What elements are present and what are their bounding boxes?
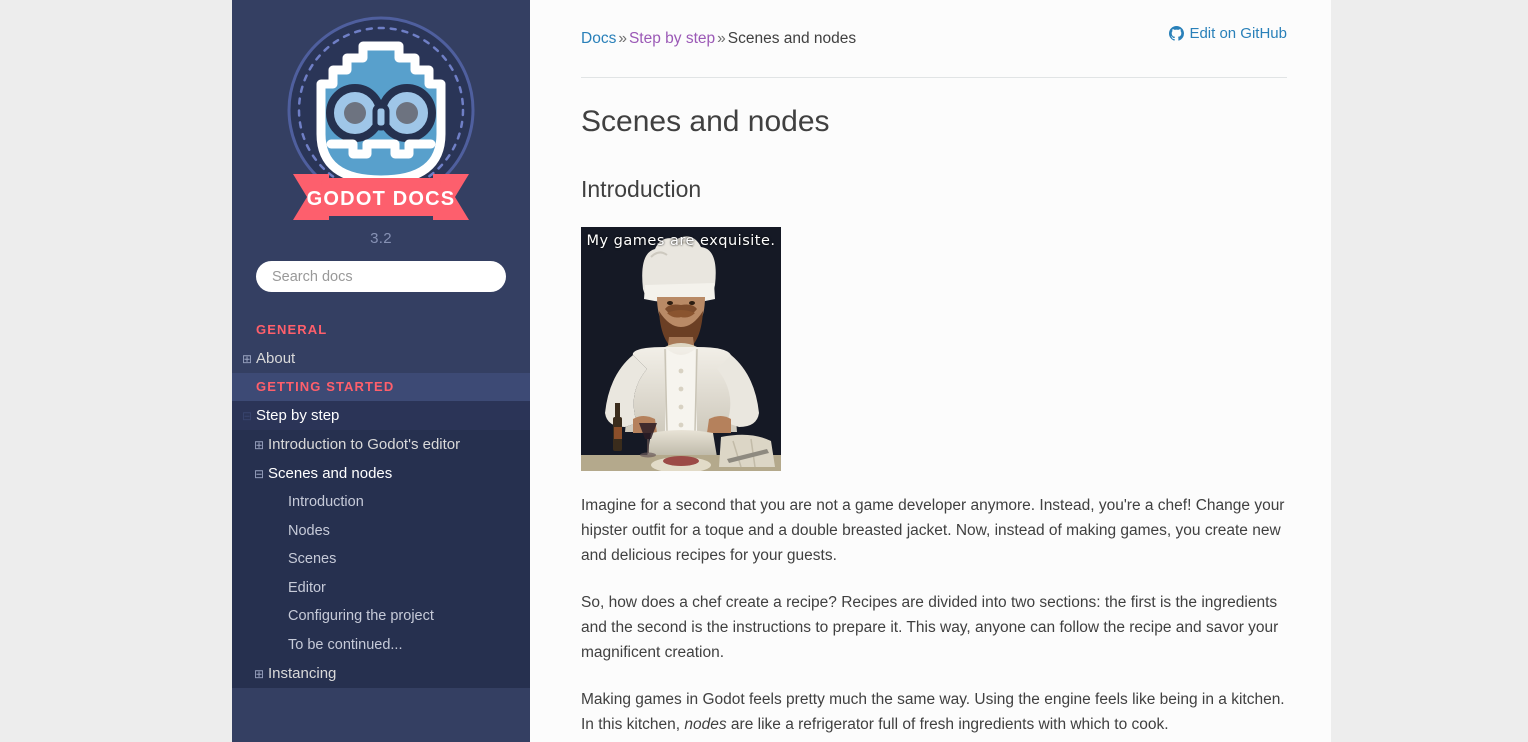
sidebar-item-label: Introduction (288, 494, 364, 510)
breadcrumb-current: Scenes and nodes (727, 30, 857, 47)
sidebar-item-instancing[interactable]: ⊞ Instancing (232, 659, 530, 688)
edit-on-github-label: Edit on GitHub (1189, 25, 1287, 42)
search-input[interactable] (256, 261, 506, 292)
main-content: Docs» Step by step» Scenes and nodes Edit … (530, 0, 1331, 742)
sidebar-item-step-by-step[interactable]: ⊟ Step by step (232, 401, 530, 430)
sidebar-item-label: Introduction to Godot's editor (268, 436, 461, 453)
sidebar: GODOT DOCS 3.2 GENERAL ⊞ About GETTING S… (232, 0, 530, 742)
paragraph-3-after: are like a refrigerator full of fresh in… (726, 716, 1169, 734)
sidebar-item-label: About (256, 350, 296, 367)
sidebar-item-label: Scenes (288, 551, 337, 567)
breadcrumb-parent-link[interactable]: Step by step (629, 30, 715, 47)
sidebar-item-label: Configuring the project (288, 608, 434, 624)
sidebar-item-scenes-and-nodes[interactable]: ⊟ Scenes and nodes (232, 459, 530, 488)
logo-ribbon-text: GODOT DOCS (307, 188, 456, 210)
expand-plus-icon[interactable]: ⊞ (250, 668, 268, 680)
sidebar-item-editor[interactable]: Editor (232, 574, 530, 603)
sidebar-item-scenes[interactable]: Scenes (232, 545, 530, 574)
collapse-minus-icon[interactable]: ⊟ (250, 468, 268, 480)
paragraph-3: Making games in Godot feels pretty much … (581, 687, 1287, 737)
breadcrumb-divider (581, 76, 1287, 78)
sidebar-item-label: Scenes and nodes (268, 465, 393, 482)
sidebar-item-introduction-to-godots-editor[interactable]: ⊞ Introduction to Godot's editor (232, 430, 530, 459)
nav-group-step-by-step: ⊟ Step by step ⊞ Introduction to Godot's… (232, 401, 530, 688)
sidebar-item-label: Nodes (288, 522, 330, 539)
edit-on-github-link[interactable]: Edit on GitHub (1169, 25, 1287, 42)
breadcrumb-home-link[interactable]: Docs (581, 30, 616, 47)
expand-plus-icon[interactable]: ⊞ (238, 353, 256, 365)
meme-image: My games are exquisite. (581, 227, 781, 472)
sidebar-item-label: Editor (288, 579, 326, 596)
chef-painting-image (581, 227, 781, 472)
godot-docs-logo-icon: GODOT DOCS (287, 16, 475, 220)
breadcrumb-row: Docs» Step by step» Scenes and nodes Edit … (581, 25, 1287, 50)
figure-chef-meme: My games are exquisite. (581, 227, 1287, 472)
collapse-minus-icon[interactable]: ⊟ (238, 410, 256, 422)
nav-caption-getting-started: GETTING STARTED (232, 373, 530, 401)
sidebar-item-configuring-the-project[interactable]: Configuring the project (232, 602, 530, 631)
sidebar-item-label: Instancing (268, 665, 337, 682)
sidebar-item-to-be-continued[interactable]: To be continued... (232, 631, 530, 660)
sidebar-item-nodes[interactable]: Nodes (232, 517, 530, 546)
sidebar-item-label: Step by step (256, 407, 340, 424)
paragraph-2: So, how does a chef create a recipe? Rec… (581, 594, 1279, 662)
left-gutter (0, 0, 232, 742)
breadcrumb-separator: » (618, 30, 627, 47)
meme-caption-text: My games are exquisite. (586, 233, 776, 250)
expand-plus-icon[interactable]: ⊞ (250, 439, 268, 451)
version-label: 3.2 (370, 230, 392, 247)
paragraph-3-emphasis: nodes (684, 716, 727, 734)
github-icon (1169, 26, 1185, 41)
nav-caption-general: GENERAL (256, 322, 328, 337)
sidebar-nav: GENERAL ⊞ About GETTING STARTED ⊟ Step b… (232, 316, 530, 688)
sidebar-item-label: To be continued... (288, 636, 403, 653)
page-root: GODOT DOCS 3.2 GENERAL ⊞ About GETTING S… (0, 0, 1528, 742)
paragraph-1: Imagine for a second that you are not a … (581, 497, 1285, 565)
sidebar-logo[interactable]: GODOT DOCS (232, 0, 530, 224)
sidebar-item-about[interactable]: ⊞ About (232, 344, 530, 373)
search-container (232, 247, 530, 292)
right-gutter (1331, 0, 1528, 742)
page-title: Scenes and nodes (581, 104, 830, 138)
breadcrumb-separator-2: » (717, 30, 726, 47)
section-heading-introduction: Introduction (581, 175, 702, 202)
breadcrumb: Docs» Step by step» Scenes and nodes (581, 28, 856, 50)
sidebar-item-introduction[interactable]: Introduction (232, 488, 530, 517)
